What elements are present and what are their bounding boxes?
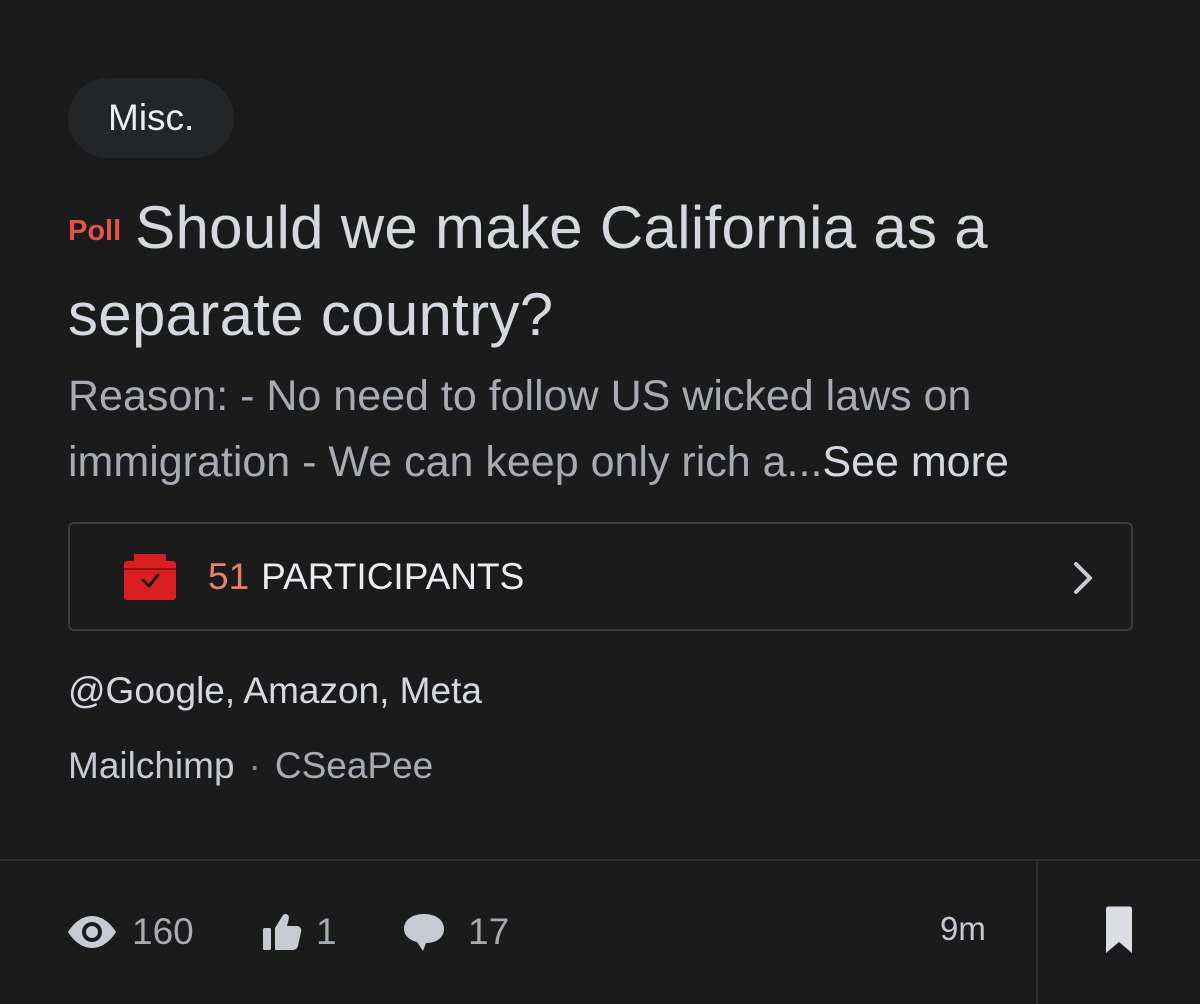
comment-bubble-icon <box>404 914 444 951</box>
poll-badge: Poll <box>68 214 122 247</box>
see-more-link[interactable]: See more <box>822 438 1008 486</box>
meta-separator: · <box>248 745 261 786</box>
views-count: 160 <box>132 911 194 952</box>
ballot-box-icon <box>124 554 176 600</box>
category-tag[interactable]: Misc. <box>68 78 235 158</box>
author-name[interactable]: CSeaPee <box>275 745 433 786</box>
author-company[interactable]: Mailchimp <box>68 745 235 786</box>
post-timestamp: 9m <box>940 910 986 947</box>
like-button[interactable]: 1 <box>262 905 337 959</box>
footer-vertical-divider <box>1036 861 1038 1004</box>
participants-text: 51 PARTICIPANTS <box>208 524 524 629</box>
post-title-text: Should we make California as a separate … <box>68 194 988 348</box>
chevron-right-icon[interactable] <box>1071 560 1095 596</box>
bookmark-icon[interactable] <box>1104 906 1134 954</box>
comments-count: 17 <box>468 911 510 952</box>
views-stat: 160 <box>66 905 194 959</box>
comment-button[interactable]: 17 <box>402 905 509 959</box>
category-tag-label: Misc. <box>108 97 195 138</box>
footer-divider <box>0 859 1200 861</box>
poll-participants-button[interactable]: 51 PARTICIPANTS <box>68 522 1133 631</box>
poll-post-card[interactable]: Misc. Poll Should we make California as a… <box>0 0 1200 1004</box>
thumbs-up-icon <box>263 914 302 950</box>
participants-label: PARTICIPANTS <box>261 555 525 597</box>
post-body-preview[interactable]: Reason: - No need to follow US wicked la… <box>68 363 1148 495</box>
post-author-meta: Mailchimp · CSeaPee <box>68 745 433 787</box>
post-title[interactable]: Poll Should we make California as a separ… <box>68 186 1148 357</box>
company-mentions[interactable]: @Google, Amazon, Meta <box>68 670 482 712</box>
participants-count: 51 <box>208 555 250 597</box>
likes-count: 1 <box>316 911 337 952</box>
eye-icon <box>68 916 116 948</box>
